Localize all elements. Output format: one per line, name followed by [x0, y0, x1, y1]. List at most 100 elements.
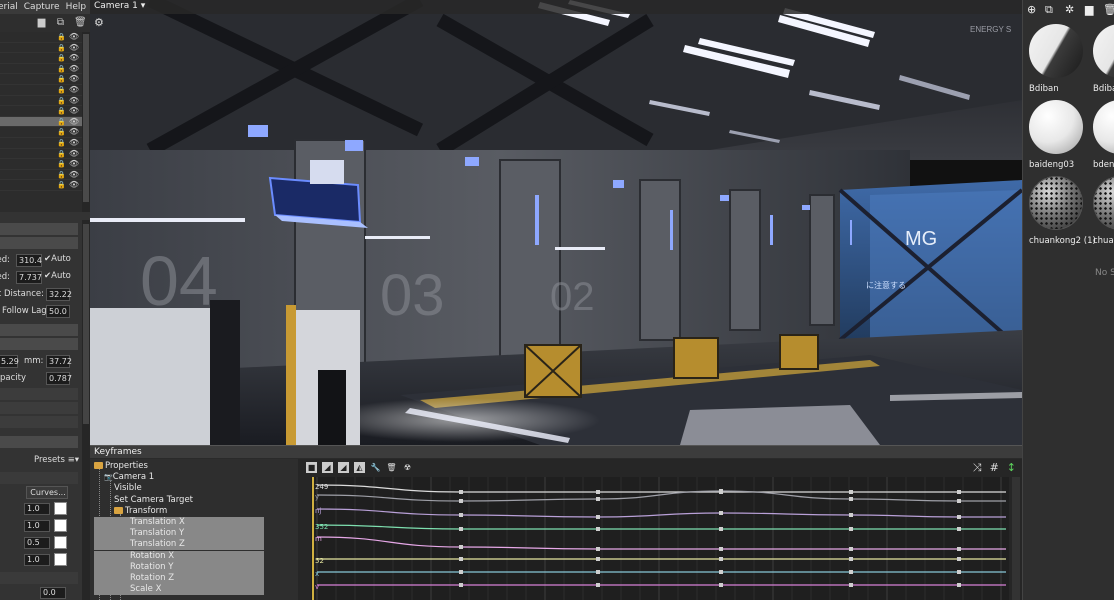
rot-speed-field[interactable]: 7.737 — [16, 271, 42, 284]
keyframe-point[interactable] — [849, 557, 853, 561]
track-camera-1[interactable]: 📷Camera 1 — [104, 472, 154, 483]
eye-icon[interactable]: 👁 — [69, 53, 79, 62]
track-set-camera-target[interactable]: Set Camera Target — [114, 495, 193, 506]
scene-row[interactable]: 🔒 👁 — [0, 170, 82, 181]
keyframe-point[interactable] — [719, 557, 723, 561]
scene-row[interactable]: 🔒 👁 — [0, 64, 82, 75]
scene-row[interactable]: 🔒 👁 — [0, 149, 82, 160]
section-header[interactable] — [0, 338, 78, 350]
keyframe-point[interactable] — [459, 527, 463, 531]
menu-material[interactable]: erial — [0, 0, 18, 14]
eye-icon[interactable]: 👁 — [69, 127, 79, 136]
rot-speed-auto-checkbox[interactable]: ✔Auto — [44, 271, 71, 281]
keyframe-point[interactable] — [719, 527, 723, 531]
section-header[interactable] — [0, 416, 78, 428]
keyframe-point[interactable] — [596, 570, 600, 574]
color-swatch[interactable] — [54, 553, 67, 566]
eye-icon[interactable]: 👁 — [69, 159, 79, 168]
material-thumb[interactable]: Bdiban — [1025, 22, 1085, 96]
section-header[interactable] — [0, 223, 78, 235]
keyframe-point[interactable] — [849, 547, 853, 551]
eye-icon[interactable]: 👁 — [69, 74, 79, 83]
hash-icon[interactable]: # — [990, 461, 999, 475]
eye-icon[interactable]: 👁 — [69, 117, 79, 126]
keyframe-point[interactable] — [459, 570, 463, 574]
bottom-value-field[interactable]: 0.0 — [40, 587, 66, 599]
track-transform[interactable]: Transform — [114, 506, 167, 517]
anim-curve[interactable] — [316, 508, 1006, 518]
move-speed-auto-checkbox[interactable]: ✔Auto — [44, 254, 71, 264]
keyframes-scrollbar[interactable] — [1012, 477, 1020, 600]
camera-selector[interactable]: Camera 1 ▾ — [94, 1, 145, 11]
scene-row[interactable]: 🔒 👁 — [0, 127, 82, 138]
lock-icon[interactable]: 🔒 — [57, 181, 66, 189]
menu-help[interactable]: Help — [66, 0, 87, 14]
scene-row[interactable]: 🔒 👁 — [0, 116, 82, 128]
track-rotation-y[interactable]: Rotation Y — [94, 561, 264, 573]
shuffle-icon[interactable]: ⤨ — [973, 461, 982, 475]
menu-capture[interactable]: Capture — [24, 0, 60, 14]
lock-icon[interactable]: 🔒 — [57, 75, 66, 83]
scene-row[interactable]: 🔒 👁 — [0, 138, 82, 149]
key-wrench-icon[interactable]: 🔧 — [370, 462, 381, 473]
keyframe-point[interactable] — [849, 490, 853, 494]
folder-icon[interactable]: ▆ — [36, 17, 47, 28]
section-header[interactable] — [0, 472, 78, 484]
material-thumb[interactable]: chuan — [1089, 174, 1114, 248]
section-header[interactable] — [0, 324, 78, 336]
anim-curve[interactable] — [316, 484, 1006, 493]
keyframe-point[interactable] — [459, 583, 463, 587]
key-radiation-icon[interactable]: ☢ — [402, 462, 413, 473]
keyframe-point[interactable] — [459, 499, 463, 503]
section-header[interactable] — [0, 436, 78, 448]
material-thumb[interactable]: bdeng — [1089, 98, 1114, 172]
keyframe-point[interactable] — [596, 557, 600, 561]
keyframe-point[interactable] — [719, 547, 723, 551]
scene-row[interactable]: 🔒 👁 — [0, 53, 82, 64]
duplicate-material-icon[interactable]: ⧉ — [1045, 3, 1053, 17]
lock-icon[interactable]: 🔒 — [57, 128, 66, 136]
scene-row[interactable]: 🔒 👁 — [0, 32, 82, 43]
keyframe-point[interactable] — [459, 545, 463, 549]
anim-curve[interactable] — [316, 536, 1006, 550]
keyframe-point[interactable] — [957, 490, 961, 494]
keyframe-point[interactable] — [849, 527, 853, 531]
keyframe-point[interactable] — [459, 513, 463, 517]
fov-field[interactable]: 5.29 — [0, 355, 19, 368]
lock-icon[interactable]: 🔒 — [57, 65, 66, 73]
eye-icon[interactable]: 👁 — [69, 85, 79, 94]
color-swatch[interactable] — [54, 536, 67, 549]
curve-value-field[interactable]: 0.5 — [24, 537, 50, 549]
presets-button[interactable]: Presets ≡▾ — [34, 455, 79, 465]
scene-row[interactable]: 🔒 👁 — [0, 180, 82, 191]
keyframe-point[interactable] — [719, 489, 723, 493]
expand-vertical-icon[interactable]: ↕ — [1007, 461, 1016, 475]
eye-icon[interactable]: 👁 — [69, 96, 79, 105]
add-icon[interactable]: ⊕ — [1027, 3, 1036, 16]
curve-value-field[interactable]: 1.0 — [24, 503, 50, 515]
delete-icon[interactable]: 🗑 — [74, 17, 87, 28]
lock-icon[interactable]: 🔒 — [57, 107, 66, 115]
lock-icon[interactable]: 🔒 — [57, 160, 66, 168]
keyframe-point[interactable] — [459, 557, 463, 561]
move-speed-field[interactable]: 310.4 — [16, 254, 42, 267]
lock-icon[interactable]: 🔒 — [57, 150, 66, 158]
scene-row[interactable]: 🔒 👁 — [0, 96, 82, 107]
gear-icon[interactable]: ⚙ — [94, 16, 104, 29]
track-translation-z[interactable]: Translation Z — [94, 539, 264, 551]
curve-canvas[interactable]: 249 y nj 352 m 52 xv — [311, 477, 1009, 600]
eye-icon[interactable]: 👁 — [69, 180, 79, 189]
keyframe-point[interactable] — [719, 570, 723, 574]
key-ease-out-icon[interactable]: ◢ — [338, 462, 349, 473]
scene-row[interactable]: 🔒 👁 — [0, 159, 82, 170]
keyframe-point[interactable] — [596, 490, 600, 494]
keyframe-point[interactable] — [849, 570, 853, 574]
lock-icon[interactable]: 🔒 — [57, 86, 66, 94]
section-header[interactable] — [0, 402, 78, 414]
keyframe-point[interactable] — [849, 497, 853, 501]
material-thumb[interactable]: baideng03 — [1025, 98, 1085, 172]
key-bezier-icon[interactable]: ◭ — [354, 462, 365, 473]
track-scale-x[interactable]: Scale X — [94, 584, 264, 596]
keyframe-point[interactable] — [596, 497, 600, 501]
key-linear-icon[interactable]: ■ — [306, 462, 317, 473]
